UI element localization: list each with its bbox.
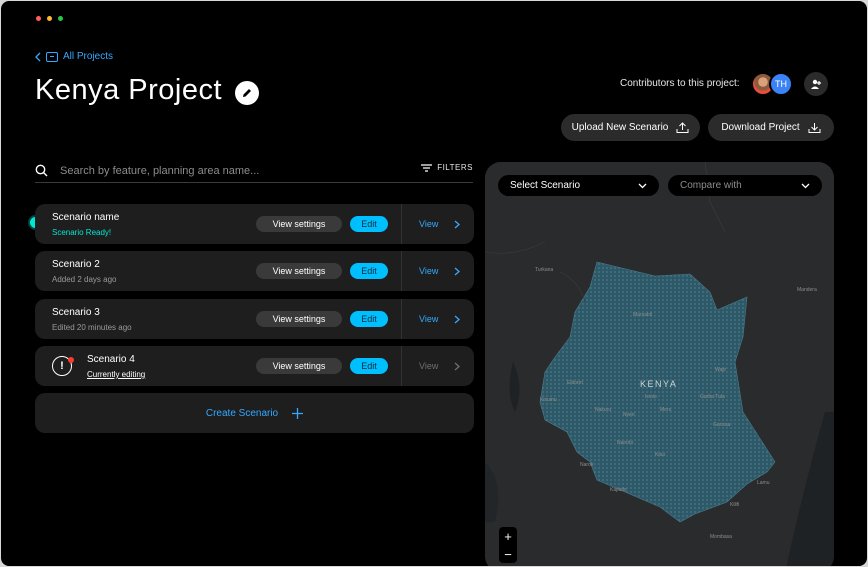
contributors-label: Contributors to this project: bbox=[620, 78, 740, 89]
view-settings-button[interactable]: View settings bbox=[256, 358, 342, 374]
view-settings-button[interactable]: View settings bbox=[256, 311, 342, 327]
pencil-icon bbox=[243, 89, 251, 97]
map-place-label: Garba Tula bbox=[700, 394, 725, 400]
zoom-in-button[interactable]: + bbox=[499, 527, 517, 545]
view-settings-button[interactable]: View settings bbox=[256, 216, 342, 232]
map-place-label: Marsabit bbox=[633, 312, 653, 318]
select-scenario-dropdown[interactable]: Select Scenario bbox=[498, 175, 659, 196]
scenario-status: Scenario Ready! bbox=[52, 228, 112, 237]
scenario-name: Scenario 3 bbox=[52, 307, 100, 318]
scenario-status: Added 2 days ago bbox=[52, 275, 117, 284]
close-dot[interactable] bbox=[36, 16, 41, 21]
view-label: View bbox=[419, 266, 439, 276]
map-place-label: Kajiado bbox=[610, 487, 627, 493]
contributors-avatars: TH bbox=[751, 72, 793, 96]
chevron-right-icon bbox=[454, 362, 461, 370]
scenario-name: Scenario name bbox=[52, 212, 120, 223]
map-place-label: Mombasa bbox=[710, 534, 732, 540]
scenario-name: Scenario 2 bbox=[52, 259, 100, 270]
map-place-label: Wajir bbox=[715, 367, 727, 373]
view-button[interactable]: View bbox=[401, 204, 474, 244]
map-panel[interactable]: KENYA Turkana Marsabit Wajir Garissa Isi… bbox=[485, 162, 834, 566]
search-icon bbox=[35, 164, 48, 177]
chevron-left-icon bbox=[35, 52, 41, 61]
view-label: View bbox=[419, 314, 439, 324]
view-label: View bbox=[419, 361, 439, 371]
download-icon bbox=[808, 123, 821, 133]
scenario-name: Scenario 4 bbox=[87, 354, 135, 365]
view-button[interactable]: View bbox=[401, 251, 474, 291]
create-scenario-button[interactable]: Create Scenario bbox=[35, 393, 474, 433]
map-place-label: Turkana bbox=[535, 267, 554, 273]
edit-button[interactable]: Edit bbox=[350, 216, 388, 232]
chevron-right-icon bbox=[454, 220, 461, 228]
add-contributor-button[interactable] bbox=[804, 72, 828, 96]
zoom-out-button[interactable]: − bbox=[499, 545, 517, 563]
map-place-label: Garissa bbox=[713, 422, 731, 428]
folder-icon bbox=[46, 51, 58, 62]
add-user-icon bbox=[811, 79, 821, 89]
map-place-label: Isiolo bbox=[645, 394, 657, 400]
page-title: Kenya Project bbox=[35, 74, 223, 106]
chevron-right-icon bbox=[454, 315, 461, 323]
map-place-label: Kilifi bbox=[730, 502, 740, 508]
view-label: View bbox=[419, 219, 439, 229]
edit-button[interactable]: Edit bbox=[350, 311, 388, 327]
map-place-label: Lamu bbox=[757, 480, 770, 486]
map-place-label: Nakuru bbox=[595, 407, 612, 413]
view-button[interactable]: View bbox=[401, 299, 474, 339]
filter-icon bbox=[421, 163, 433, 172]
minimize-dot[interactable] bbox=[47, 16, 52, 21]
edit-title-button[interactable] bbox=[235, 81, 259, 105]
back-link[interactable]: All Projects bbox=[35, 51, 113, 62]
scenario-row[interactable]: ! Scenario 4 Currently editing View sett… bbox=[35, 346, 474, 386]
edit-button[interactable]: Edit bbox=[350, 263, 388, 279]
upload-label: Upload New Scenario bbox=[571, 122, 669, 133]
select-scenario-label: Select Scenario bbox=[510, 180, 581, 191]
filters-label: FILTERS bbox=[437, 163, 473, 172]
edit-button[interactable]: Edit bbox=[350, 358, 388, 374]
map-place-label: Kisumu bbox=[540, 397, 557, 403]
view-settings-button[interactable]: View settings bbox=[256, 263, 342, 279]
map-canvas[interactable] bbox=[485, 162, 834, 566]
alert-dot bbox=[68, 357, 74, 363]
plus-icon bbox=[292, 407, 304, 419]
chevron-down-icon bbox=[638, 183, 647, 188]
map-place-label: Narok bbox=[580, 462, 594, 468]
scenario-status: Edited 20 minutes ago bbox=[52, 323, 132, 332]
create-label: Create Scenario bbox=[205, 407, 279, 419]
upload-icon bbox=[676, 122, 689, 133]
window-controls bbox=[36, 16, 63, 21]
view-button[interactable]: View bbox=[401, 346, 474, 386]
download-label: Download Project bbox=[721, 122, 800, 133]
map-place-label: Eldoret bbox=[567, 380, 583, 386]
scenario-status[interactable]: Currently editing bbox=[87, 370, 145, 379]
upload-scenario-button[interactable]: Upload New Scenario bbox=[561, 114, 700, 141]
scenario-row[interactable]: Scenario 2 Added 2 days ago View setting… bbox=[35, 251, 474, 291]
map-place-label: Kitui bbox=[655, 452, 665, 458]
avatar-initials[interactable]: TH bbox=[769, 72, 793, 96]
filters-button[interactable]: FILTERS bbox=[421, 163, 473, 172]
search-bar[interactable]: Search by feature, planning area name...… bbox=[35, 159, 473, 183]
compare-with-label: Compare with bbox=[680, 180, 742, 191]
scenario-row[interactable]: Scenario 3 Edited 20 minutes ago View se… bbox=[35, 299, 474, 339]
compare-with-dropdown[interactable]: Compare with bbox=[668, 175, 822, 196]
maximize-dot[interactable] bbox=[58, 16, 63, 21]
map-place-label: Nyeri bbox=[623, 412, 635, 418]
scenario-row[interactable]: Scenario name Scenario Ready! View setti… bbox=[35, 204, 474, 244]
chevron-down-icon bbox=[801, 183, 810, 188]
app-window: All Projects Kenya Project Contributors … bbox=[1, 1, 867, 566]
download-project-button[interactable]: Download Project bbox=[708, 114, 834, 141]
country-label: KENYA bbox=[640, 379, 678, 389]
map-place-label: Meru bbox=[660, 407, 672, 413]
back-label: All Projects bbox=[63, 51, 114, 62]
chevron-right-icon bbox=[454, 267, 461, 275]
map-place-label: Nairobi bbox=[617, 440, 633, 446]
map-place-label: Mandera bbox=[797, 287, 817, 293]
search-input[interactable]: Search by feature, planning area name... bbox=[60, 165, 259, 177]
